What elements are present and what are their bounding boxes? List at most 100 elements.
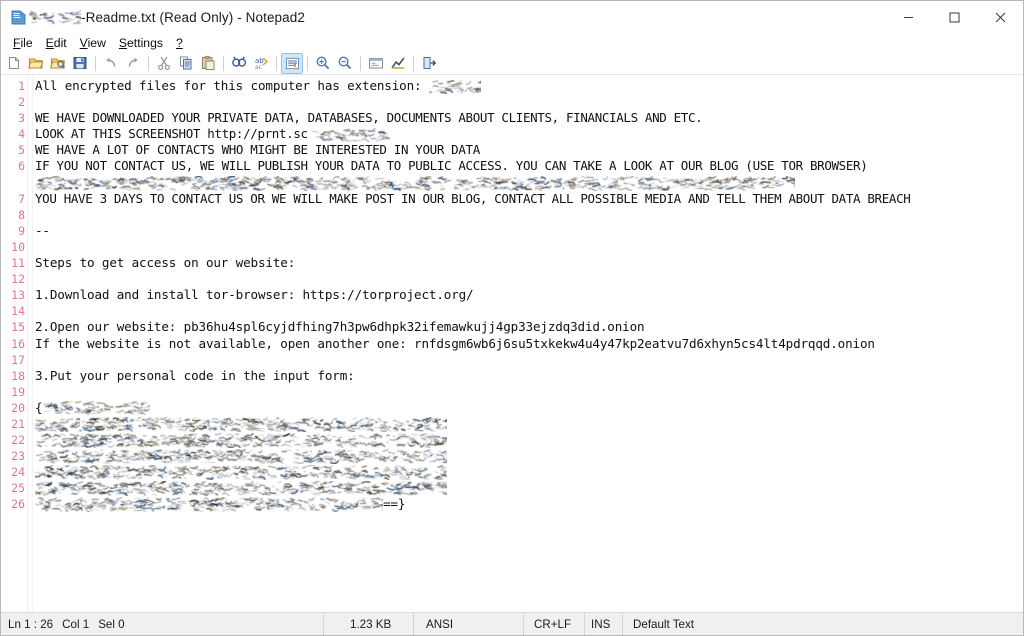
- menu-item-settings[interactable]: Settings: [113, 34, 170, 52]
- code-line[interactable]: WE HAVE DOWNLOADED YOUR PRIVATE DATA, DA…: [35, 110, 1023, 126]
- code-line[interactable]: LOOK AT THIS SCREENSHOT http://prnt.sc: [35, 126, 1023, 142]
- code-line[interactable]: YOU HAVE 3 DAYS TO CONTACT US OR WE WILL…: [35, 191, 1023, 207]
- code-line[interactable]: ==}: [35, 496, 1023, 513]
- code-line[interactable]: [35, 352, 1023, 368]
- redacted-text: [35, 416, 447, 432]
- line-number: 3: [18, 111, 25, 126]
- code-line[interactable]: [35, 94, 1023, 110]
- code-line[interactable]: [35, 416, 1023, 432]
- undo-icon[interactable]: [100, 53, 122, 74]
- cut-icon[interactable]: [153, 53, 175, 74]
- zoom-out-icon[interactable]: [334, 53, 356, 74]
- code-line[interactable]: [35, 175, 1023, 191]
- window-controls: [885, 1, 1023, 33]
- line-number: 8: [18, 207, 25, 222]
- line-number: 20: [11, 400, 25, 415]
- open-file-icon[interactable]: [25, 53, 47, 74]
- status-position: Ln 1 : 26 Col 1 Sel 0: [1, 613, 324, 635]
- exit-icon[interactable]: [418, 53, 440, 74]
- code-line[interactable]: WE HAVE A LOT OF CONTACTS WHO MIGHT BE I…: [35, 142, 1023, 158]
- code-line[interactable]: 2.Open our website: pb36hu4spl6cyjdfhing…: [35, 319, 1023, 335]
- status-sel-label: Sel 0: [98, 617, 125, 631]
- code-line[interactable]: [35, 207, 1023, 223]
- line-number: 1: [18, 79, 25, 93]
- code-line-text: LOOK AT THIS SCREENSHOT http://prnt.sc: [35, 126, 308, 142]
- code-line[interactable]: [35, 432, 1023, 449]
- text-content[interactable]: All encrypted files for this computer ha…: [33, 75, 1023, 612]
- scheme-icon[interactable]: [365, 53, 387, 74]
- redacted-text: [35, 497, 383, 513]
- replace-icon[interactable]: ab ac: [250, 53, 272, 74]
- toolbar-separator: [223, 55, 224, 71]
- line-number: 5: [18, 143, 25, 158]
- toolbar-separator: [95, 55, 96, 71]
- code-line[interactable]: [35, 239, 1023, 255]
- find-icon[interactable]: [228, 53, 250, 74]
- status-file-size: 1.23 KB: [324, 613, 414, 635]
- code-line[interactable]: {: [35, 400, 1023, 416]
- status-insert-mode[interactable]: INS: [585, 613, 623, 635]
- code-line-text: IF YOU NOT CONTACT US, WE WILL PUBLISH Y…: [35, 158, 868, 174]
- code-line[interactable]: [35, 303, 1023, 319]
- code-line[interactable]: [35, 448, 1023, 465]
- status-line-label: Ln 1 : 26: [8, 617, 54, 631]
- line-number: 25: [11, 481, 25, 496]
- redacted-text: [35, 465, 447, 481]
- line-number: 16: [11, 336, 25, 351]
- new-file-icon[interactable]: [3, 53, 25, 74]
- editor-area[interactable]: 123456 7 8 9 10 11 12 13 14 15 16 17 18 19 20 21 22 23 24…: [1, 75, 1023, 612]
- line-number-gutter: 123456 7 8 9 10 11 12 13 14 15 16 17 18 19 20 21 22 23 24…: [1, 75, 28, 612]
- code-line[interactable]: All encrypted files for this computer ha…: [35, 78, 1023, 94]
- paste-icon[interactable]: [197, 53, 219, 74]
- zoom-in-icon[interactable]: [312, 53, 334, 74]
- menu-item-file[interactable]: File: [7, 34, 40, 52]
- redacted-text: [307, 127, 390, 142]
- word-wrap-icon[interactable]: [281, 52, 303, 74]
- line-number: 11: [11, 256, 25, 271]
- redacted-text: [35, 449, 447, 465]
- code-line[interactable]: [35, 480, 1023, 497]
- copy-icon[interactable]: [175, 53, 197, 74]
- code-line[interactable]: [35, 464, 1023, 481]
- redo-icon[interactable]: [122, 53, 144, 74]
- status-scheme[interactable]: Default Text: [623, 613, 1023, 635]
- browse-file-icon[interactable]: [47, 53, 69, 74]
- line-number: 21: [11, 416, 25, 431]
- code-line-text: WE HAVE DOWNLOADED YOUR PRIVATE DATA, DA…: [35, 110, 703, 126]
- code-line[interactable]: IF YOU NOT CONTACT US, WE WILL PUBLISH Y…: [35, 158, 1023, 174]
- title-redacted-filename: [29, 9, 81, 25]
- menu-item-edit[interactable]: Edit: [40, 34, 74, 52]
- favorites-icon[interactable]: [387, 53, 409, 74]
- line-number: 22: [11, 433, 25, 448]
- code-line[interactable]: [35, 271, 1023, 287]
- redacted-text: [35, 481, 447, 497]
- line-number: 12: [11, 272, 25, 287]
- code-line-text: --: [35, 222, 50, 238]
- line-number: 9: [18, 223, 25, 238]
- code-line[interactable]: Steps to get access on our website:: [35, 255, 1023, 271]
- code-line[interactable]: 1.Download and install tor-browser: http…: [35, 287, 1023, 303]
- status-encoding[interactable]: ANSI: [414, 613, 524, 635]
- toolbar-separator: [413, 55, 414, 71]
- toolbar-separator: [276, 55, 277, 71]
- minimize-icon[interactable]: [885, 1, 931, 33]
- save-file-icon[interactable]: [69, 53, 91, 74]
- code-line-text: All encrypted files for this computer ha…: [35, 78, 429, 93]
- menu-item-help[interactable]: ?: [170, 34, 190, 52]
- code-line-text: 1.Download and install tor-browser: http…: [35, 287, 474, 303]
- title-bar-left: -Readme.txt (Read Only) - Notepad2: [1, 9, 885, 26]
- code-line[interactable]: --: [35, 223, 1023, 239]
- code-line[interactable]: 3.Put your personal code in the input fo…: [35, 368, 1023, 384]
- code-line-text: 3.Put your personal code in the input fo…: [35, 367, 355, 383]
- code-line[interactable]: [35, 384, 1023, 400]
- close-icon[interactable]: [977, 1, 1023, 33]
- menu-item-view[interactable]: View: [74, 34, 113, 52]
- maximize-icon[interactable]: [931, 1, 977, 33]
- code-line[interactable]: If the website is not available, open an…: [35, 336, 1023, 352]
- status-line-endings[interactable]: CR+LF: [524, 613, 585, 635]
- line-number: 15: [11, 320, 25, 335]
- notepad2-icon: [10, 9, 27, 26]
- line-number: [1, 175, 25, 191]
- line-number: 14: [11, 304, 25, 319]
- line-number: 10: [11, 239, 25, 254]
